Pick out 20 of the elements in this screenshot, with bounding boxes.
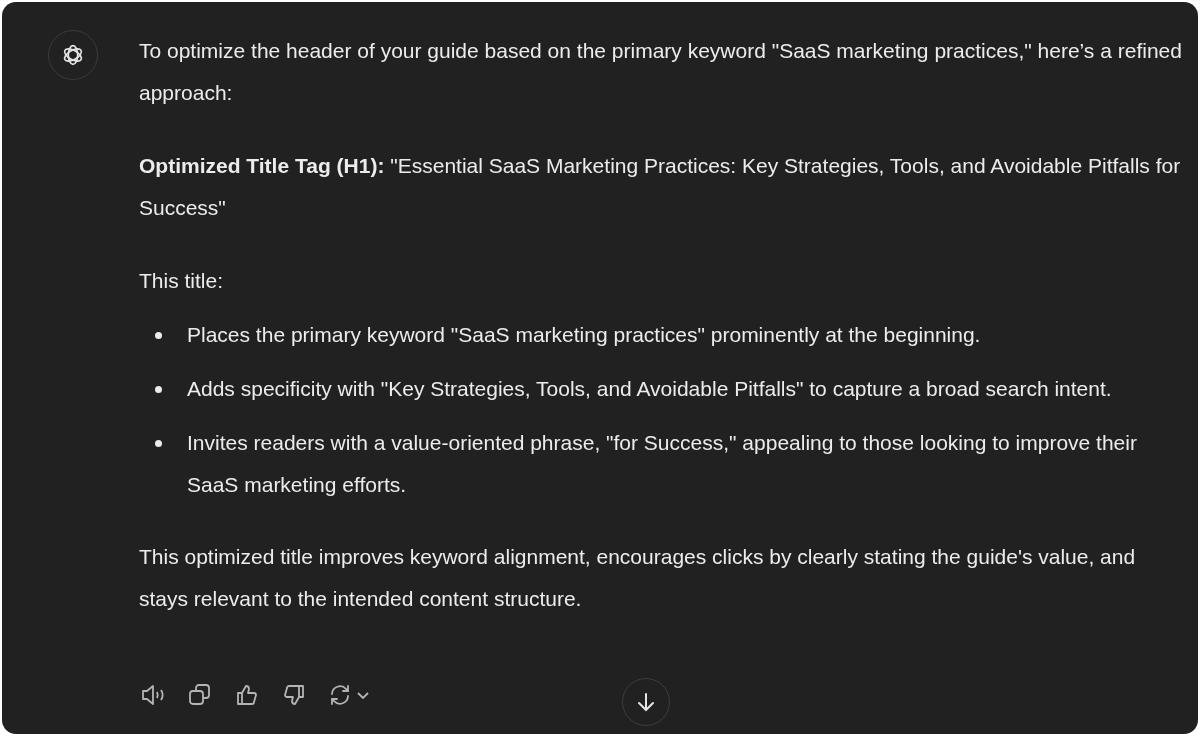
copy-icon [188, 683, 212, 707]
thumbs-down-icon [282, 683, 306, 707]
arrow-down-icon [635, 691, 657, 713]
thumbs-down-button[interactable] [281, 682, 307, 708]
bullet-text: Places the primary keyword "SaaS marketing practices" prominently at the beginning. [187, 322, 981, 348]
conclusion-paragraph: This optimized title improves keyword alignment, encourages clicks by clearly stating the guide's value, and stays relevant to the intended content structure. [139, 544, 1137, 612]
title-tag-paragraph: Optimized Title Tag (H1): "Essential SaaS Marketing Practices: Key Strategies, Tools, and Avoidable Pitfalls for Success" [139, 153, 1182, 221]
bullet-text: Adds specificity with "Key Strategies, Tools, and Avoidable Pitfalls" to capture a broad search intent. [187, 376, 1112, 402]
thumbs-up-button[interactable] [234, 682, 260, 708]
refresh-icon [328, 683, 352, 707]
read-aloud-button[interactable] [140, 682, 166, 708]
speaker-icon [140, 683, 166, 707]
chevron-down-icon [356, 690, 370, 700]
scroll-down-button[interactable] [622, 678, 670, 726]
copy-button[interactable] [187, 682, 213, 708]
thumbs-up-icon [235, 683, 259, 707]
bullet-text: Invites readers with a value-oriented phrase, "for Success," appealing to those looking to improve their SaaS marketing efforts. [187, 430, 1138, 498]
list-heading: This title: [139, 268, 225, 294]
regenerate-button[interactable] [328, 682, 370, 708]
intro-paragraph: To optimize the header of your guide based on the primary keyword "SaaS marketing practices," here’s a refined approach: [139, 38, 1183, 106]
